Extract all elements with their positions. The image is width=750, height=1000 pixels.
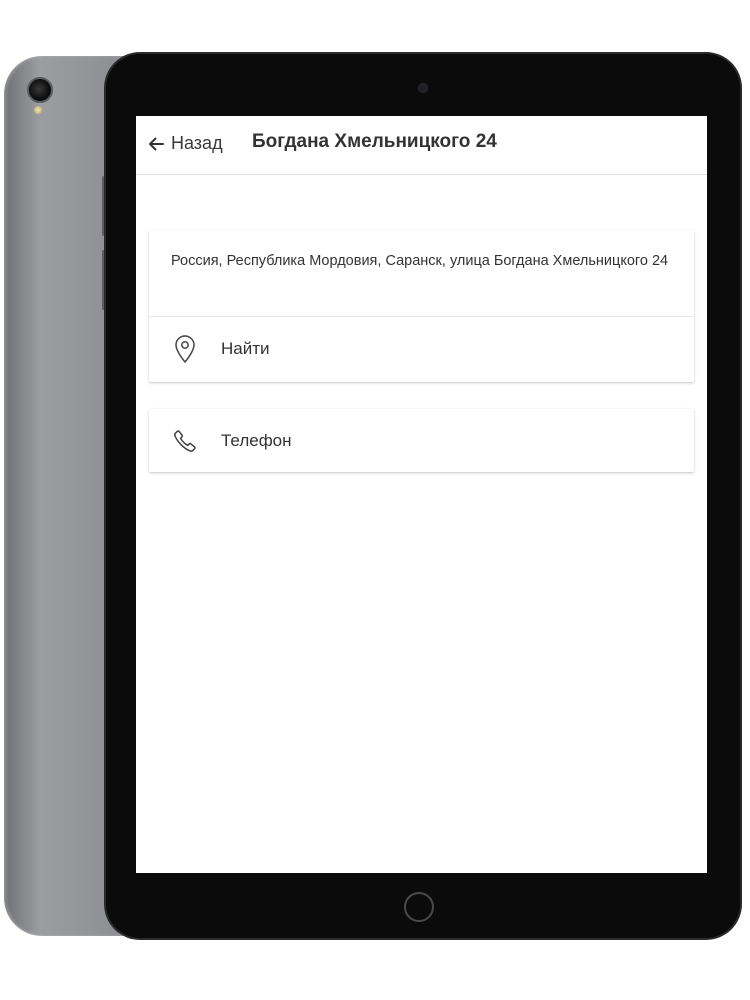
phone-button[interactable]: Телефон bbox=[149, 409, 694, 472]
arrow-left-icon bbox=[146, 134, 166, 154]
page-title: Богдана Хмельницкого 24 bbox=[252, 131, 497, 152]
location-pin-icon bbox=[171, 333, 199, 365]
rear-camera-icon bbox=[27, 77, 53, 103]
find-label: Найти bbox=[221, 339, 270, 358]
phone-card: Телефон bbox=[149, 409, 694, 472]
find-button[interactable]: Найти bbox=[149, 317, 694, 381]
address-card: Россия, Республика Мордовия, Саранск, ул… bbox=[149, 230, 694, 382]
front-camera-icon bbox=[418, 83, 428, 93]
back-button[interactable]: Назад bbox=[146, 133, 223, 154]
home-button[interactable] bbox=[404, 892, 434, 922]
app-header: Назад Богдана Хмельницкого 24 bbox=[136, 116, 707, 175]
back-label: Назад bbox=[171, 133, 223, 153]
camera-flash-icon bbox=[34, 106, 42, 114]
address-text: Россия, Республика Мордовия, Саранск, ул… bbox=[171, 253, 669, 269]
app-screen: Назад Богдана Хмельницкого 24 Россия, Ре… bbox=[136, 116, 707, 873]
phone-label: Телефон bbox=[221, 430, 292, 450]
page: Назад Богдана Хмельницкого 24 Россия, Ре… bbox=[0, 0, 750, 1000]
phone-icon bbox=[171, 425, 199, 457]
